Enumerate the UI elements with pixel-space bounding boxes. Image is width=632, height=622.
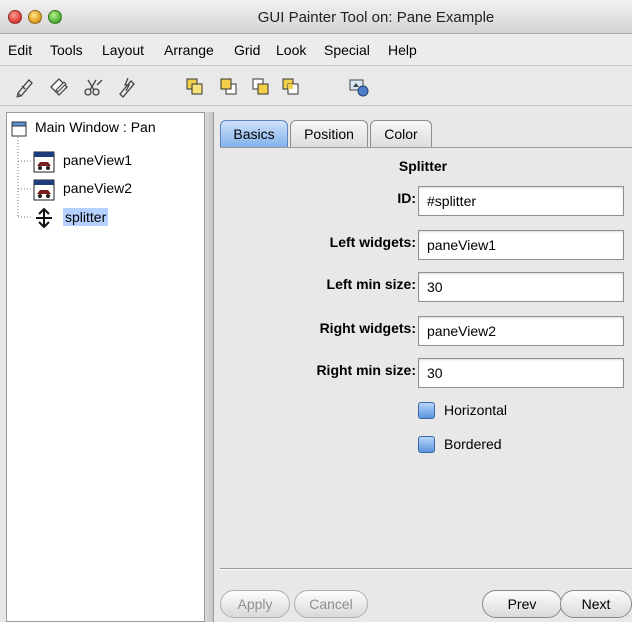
horizontal-label: Horizontal — [444, 402, 508, 418]
tab-color[interactable]: Color — [370, 120, 432, 148]
title-bar: GUI Painter Tool on: Pane Example — [0, 0, 632, 34]
left-min-size-field[interactable] — [418, 272, 624, 302]
properties-pane: Basics Position Color Splitter ID: Left … — [214, 112, 632, 622]
pane-splitter-handle[interactable] — [204, 112, 214, 622]
send-back-icon[interactable] — [218, 76, 240, 98]
pencil-lightning-icon[interactable] — [116, 76, 138, 98]
send-backward-icon[interactable] — [280, 76, 302, 98]
bordered-checkbox[interactable] — [418, 436, 435, 453]
menu-arrange[interactable]: Arrange — [164, 42, 214, 58]
menu-bar: Edit Tools Layout Arrange Grid Look Spec… — [0, 34, 632, 66]
right-min-size-label: Right min size: — [316, 362, 416, 378]
tree-root-label: Main Window : Pan — [35, 119, 156, 135]
view-icon — [33, 179, 55, 201]
tab-position[interactable]: Position — [290, 120, 368, 148]
next-button[interactable]: Next — [560, 590, 632, 618]
button-separator — [220, 568, 632, 570]
cancel-button[interactable]: Cancel — [294, 590, 368, 618]
view-icon — [33, 151, 55, 173]
menu-help[interactable]: Help — [388, 42, 417, 58]
right-widgets-field[interactable] — [418, 316, 624, 346]
pencil-diamond-icon[interactable] — [48, 76, 70, 98]
left-widgets-label: Left widgets: — [329, 234, 416, 250]
menu-layout[interactable]: Layout — [102, 42, 144, 58]
tab-divider — [220, 147, 632, 148]
tab-basics[interactable]: Basics — [220, 120, 288, 148]
apply-button[interactable]: Apply — [220, 590, 290, 618]
menu-grid[interactable]: Grid — [234, 42, 260, 58]
horizontal-checkbox[interactable] — [418, 402, 435, 419]
id-label: ID: — [397, 190, 416, 206]
menu-tools[interactable]: Tools — [50, 42, 83, 58]
widget-palette-icon[interactable] — [348, 76, 370, 98]
right-min-size-field[interactable] — [418, 358, 624, 388]
tree-item-label: splitter — [63, 208, 109, 226]
toolbar — [0, 66, 632, 106]
bring-front-icon[interactable] — [184, 76, 206, 98]
left-min-size-label: Left min size: — [326, 276, 416, 292]
bordered-label: Bordered — [444, 436, 502, 452]
menu-look[interactable]: Look — [276, 42, 306, 58]
menu-edit[interactable]: Edit — [8, 42, 32, 58]
menu-special[interactable]: Special — [324, 42, 370, 58]
widget-tree[interactable]: Main Window : Pan paneView1 paneView2 sp… — [6, 112, 204, 622]
pencil-check-icon[interactable] — [14, 76, 36, 98]
tree-item-label: paneView1 — [63, 152, 133, 168]
prev-button[interactable]: Prev — [482, 590, 562, 618]
scissors-pencil-icon[interactable] — [82, 76, 104, 98]
splitter-icon — [36, 207, 52, 229]
tree-item-label: paneView2 — [63, 180, 133, 196]
form-title: Splitter — [398, 158, 448, 174]
right-widgets-label: Right widgets: — [319, 320, 416, 336]
bring-forward-icon[interactable] — [250, 76, 272, 98]
id-field[interactable] — [418, 186, 624, 216]
left-widgets-field[interactable] — [418, 230, 624, 260]
window-title: GUI Painter Tool on: Pane Example — [257, 9, 495, 26]
